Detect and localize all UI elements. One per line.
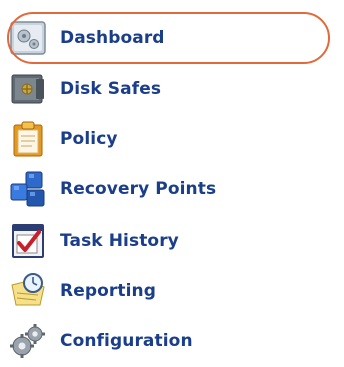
nav-item-label: Disk Safes [60,79,162,99]
clipboard-icon [13,121,43,157]
nav-item-label: Policy [60,129,118,149]
nav-item-label: Task History [60,231,179,251]
nav-item-dashboard[interactable]: Dashboard [8,15,338,61]
nav-item-configuration[interactable]: Configuration [8,318,338,364]
nav-item-policy[interactable]: Policy [8,116,338,162]
nav-item-label: Configuration [60,331,193,351]
disk-safe-icon [11,74,44,104]
nav-item-recovery-points[interactable]: Recovery Points [8,166,338,212]
dashboard-icon [10,21,46,55]
nav-item-reporting[interactable]: Reporting [8,268,338,314]
nav-item-label: Recovery Points [60,179,217,199]
nav-item-disk-safes[interactable]: Disk Safes [8,66,338,112]
nav-item-task-history[interactable]: Task History [8,218,338,264]
cubes-icon [10,171,45,207]
checklist-icon [12,224,44,258]
nav-item-label: Reporting [60,281,156,301]
clock-report-icon [11,273,45,306]
nav-item-label: Dashboard [60,28,165,48]
sidebar-nav: Dashboard Disk Safes Policy Recovery Poi… [0,0,344,367]
gears-icon [10,324,45,358]
